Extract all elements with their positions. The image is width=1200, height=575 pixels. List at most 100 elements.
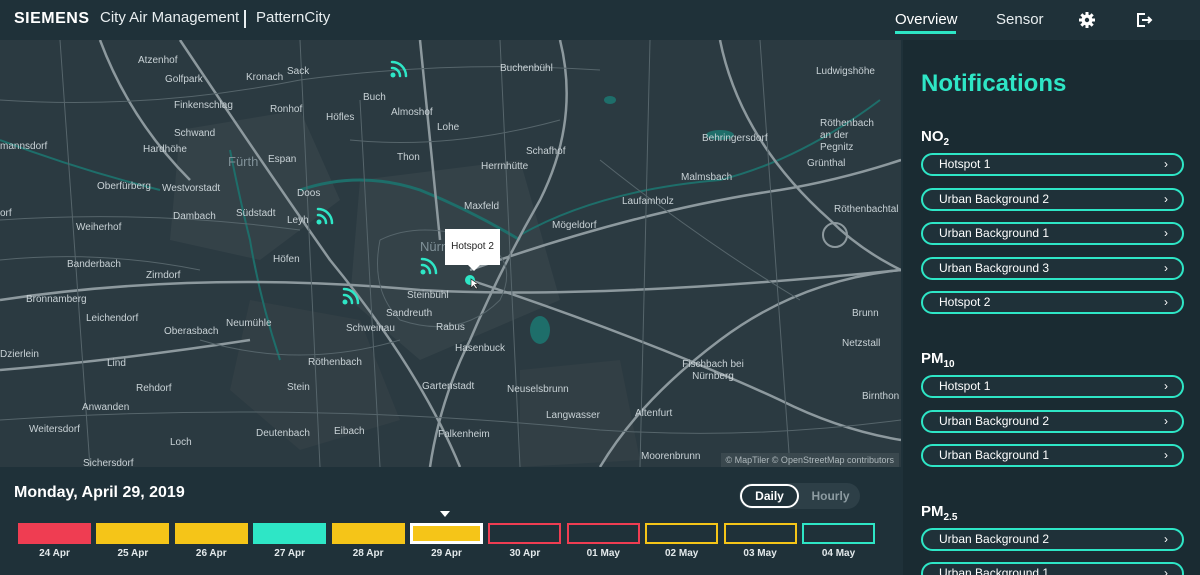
map-label: Röthenbachtal	[834, 204, 899, 215]
nav-overview[interactable]: Overview	[895, 11, 958, 28]
map-label: Rabus	[436, 322, 465, 333]
notification-item[interactable]: Hotspot 1 ›	[921, 375, 1184, 398]
map-tooltip: Hotspot 2	[445, 229, 500, 271]
chevron-right-icon: ›	[1164, 295, 1168, 310]
chevron-right-icon: ›	[1164, 413, 1168, 428]
notification-item[interactable]: Urban Background 3 ›	[921, 256, 1184, 280]
toggle-daily[interactable]: Daily	[740, 484, 799, 508]
brand-logo: SIEMENS	[14, 10, 90, 27]
map-label: Ronhof	[270, 104, 303, 115]
day-25-apr[interactable]	[96, 523, 170, 544]
day-27-apr[interactable]	[253, 523, 327, 544]
map-label: mannsdorf	[0, 141, 48, 152]
day-label: 26 Apr	[195, 548, 227, 559]
notification-label: Hotspot 1	[939, 157, 991, 171]
map-label: Hasenbuck	[455, 343, 506, 354]
day-29-apr[interactable]	[410, 523, 483, 544]
day-label: 04 May	[821, 548, 856, 559]
map-label: Deutenbach	[256, 428, 310, 439]
day-label: 03 May	[743, 548, 777, 559]
chevron-right-icon: ›	[1164, 260, 1168, 275]
logout-icon[interactable]	[1135, 11, 1153, 29]
map-label: Herrnhütte	[481, 161, 529, 172]
city-name: PatternCity	[256, 9, 331, 26]
notification-item[interactable]: Urban Background 2 ›	[921, 527, 1184, 551]
nav-sensor[interactable]: Sensor	[996, 11, 1044, 28]
map-label: Schwand	[174, 128, 216, 139]
map-label: Altenfurt	[635, 408, 673, 419]
map-label: Laufamholz	[622, 196, 674, 207]
wifi-signal-icon[interactable]	[338, 285, 362, 309]
toggle-hourly[interactable]: Hourly	[803, 484, 858, 508]
map-label: Südstadt	[236, 208, 276, 219]
day-label: 25 Apr	[117, 548, 149, 559]
map-label: Finkenschlag	[174, 100, 233, 111]
map-label: Anwanden	[82, 402, 130, 413]
day-label: 01 May	[586, 548, 620, 559]
wifi-signal-icon[interactable]	[386, 58, 410, 82]
chevron-right-icon: ›	[1164, 531, 1168, 546]
map-label: Espan	[268, 154, 297, 165]
notification-item[interactable]: Hotspot 2 ›	[921, 291, 1184, 315]
map-label: Bronnamberg	[26, 294, 87, 305]
day-02-may[interactable]	[645, 523, 719, 544]
notification-item[interactable]: Hotspot 1 ›	[921, 153, 1184, 176]
map-label: Behringersdorf	[702, 133, 768, 144]
day-label: 02 May	[665, 548, 699, 559]
map-attribution[interactable]: © MapTiler © OpenStreetMap contributors	[720, 453, 899, 467]
map-label: Sack	[287, 66, 310, 77]
map-label: Dambach	[173, 211, 216, 222]
notification-label: Urban Background 2	[939, 531, 1050, 546]
map-label: Grünthal	[807, 158, 846, 169]
map-label: Doos	[297, 188, 321, 199]
notification-item[interactable]: Urban Background 1 ›	[921, 444, 1184, 468]
map-label: Golfpark	[165, 74, 203, 85]
map-label: Ludwigshöhe	[816, 66, 875, 77]
day-01-may[interactable]	[566, 523, 640, 544]
city-map[interactable]: Atzenhof Golfpark Kronach Sack Buchenbüh…	[0, 40, 901, 467]
app-title: City Air Management	[100, 9, 240, 26]
map-label: Weitersdorf	[29, 424, 80, 435]
map-label: orf	[0, 208, 12, 219]
day-28-apr[interactable]	[331, 523, 405, 544]
wifi-signal-icon[interactable]	[416, 255, 440, 279]
notifications-panel: Notifications NO2 Hotspot 1 › Urban Backgro…	[903, 40, 1200, 575]
map-label: Brunn	[852, 308, 879, 319]
map-label: Eibach	[334, 426, 365, 437]
notification-item[interactable]: Urban Background 2 ›	[921, 409, 1184, 433]
map-label: Hardhöhe	[143, 144, 187, 155]
top-bar: SIEMENS City Air Management PatternCity …	[0, 0, 1200, 40]
map-label: Höfen	[273, 254, 300, 265]
gear-icon[interactable]	[1078, 11, 1096, 29]
notification-item[interactable]: Urban Background 2 ›	[921, 187, 1184, 211]
map-label: Weiherhof	[76, 222, 122, 233]
notification-item[interactable]: Urban Background 1 ›	[921, 222, 1184, 246]
day-label: 29 Apr	[431, 548, 462, 559]
map-label: Röthenbach an der Pegnitz	[820, 118, 874, 153]
map-label: Gartenstadt	[422, 381, 475, 392]
map-label: Höfles	[326, 112, 355, 123]
day-30-apr[interactable]	[488, 523, 562, 544]
day-03-may[interactable]	[723, 523, 797, 544]
map-label: Neuselsbrunn	[507, 384, 569, 395]
day-26-apr[interactable]	[174, 523, 248, 544]
map-label: Loch	[170, 437, 192, 448]
map-label: Fischbach bei Nürnberg	[682, 359, 744, 382]
notification-item[interactable]: Urban Background 1 ›	[921, 562, 1184, 575]
map-label: Thon	[397, 152, 420, 163]
map-label: Sichersdorf	[83, 458, 134, 467]
day-24-apr[interactable]	[18, 523, 91, 544]
chevron-right-icon: ›	[1164, 448, 1168, 463]
map-label: Malmsbach	[681, 172, 733, 183]
map-label: Banderbach	[67, 259, 121, 270]
wifi-signal-icon[interactable]	[312, 205, 336, 229]
map-label: Fürth	[228, 154, 259, 169]
notification-label: Urban Background 2	[939, 191, 1050, 206]
notifications-title: Notifications	[921, 70, 1067, 97]
map-label: Langwasser	[546, 410, 600, 421]
title-divider	[244, 10, 246, 28]
day-04-may[interactable]	[802, 523, 875, 544]
chevron-right-icon: ›	[1164, 191, 1168, 206]
chevron-right-icon: ›	[1164, 157, 1168, 171]
map-label: Schweinau	[346, 323, 395, 334]
